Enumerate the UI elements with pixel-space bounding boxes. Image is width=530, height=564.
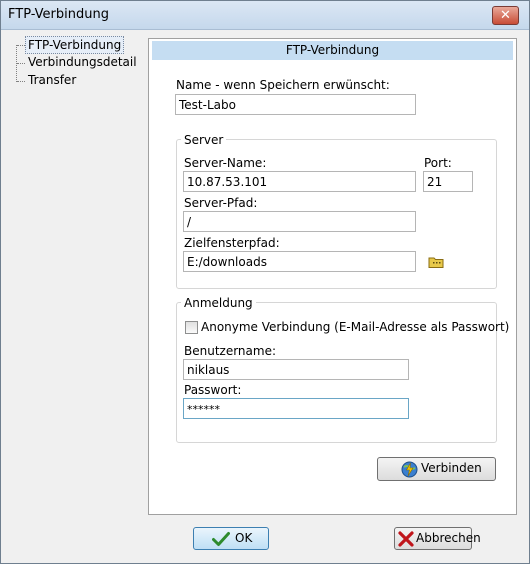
- panel-header: FTP-Verbindung: [152, 41, 513, 60]
- ok-button-label: OK: [235, 531, 253, 545]
- server-name-label: Server-Name:: [184, 156, 267, 170]
- username-label: Benutzername:: [184, 344, 277, 358]
- tree-connector-line: [17, 81, 25, 82]
- username-input[interactable]: niklaus: [183, 359, 409, 380]
- name-input[interactable]: Test-Labo: [175, 94, 416, 115]
- cancel-button-label: Abbrechen: [416, 531, 481, 545]
- server-group-title: Server: [181, 133, 227, 147]
- tree-connector-line: [17, 63, 25, 64]
- target-path-input[interactable]: E:/downloads: [183, 251, 416, 272]
- anonymous-label[interactable]: Anonyme Verbindung (E-Mail-Adresse als P…: [201, 320, 509, 334]
- server-path-label: Server-Pfad:: [184, 196, 258, 210]
- ok-button[interactable]: OK: [193, 527, 269, 550]
- login-group-title: Anmeldung: [181, 296, 256, 310]
- connect-button[interactable]: Verbinden: [377, 457, 496, 481]
- password-label: Passwort:: [184, 383, 242, 397]
- tree-connector-line: [17, 45, 25, 46]
- dialog-window: FTP-Verbindung ✕ FTP-Verbindung Verbindu…: [0, 0, 530, 564]
- port-label: Port:: [424, 156, 452, 170]
- tree-item-ftp-verbindung[interactable]: FTP-Verbindung: [25, 36, 125, 54]
- settings-panel: FTP-Verbindung Name - wenn Speichern erw…: [148, 38, 517, 515]
- folder-icon[interactable]: [428, 255, 444, 269]
- password-input[interactable]: ******: [183, 398, 409, 419]
- cancel-button[interactable]: Abbrechen: [394, 527, 481, 550]
- anonymous-checkbox[interactable]: [185, 321, 198, 334]
- checkmark-icon: [212, 531, 230, 550]
- server-path-input[interactable]: /: [183, 211, 416, 232]
- connect-button-label: Verbinden: [421, 461, 482, 475]
- port-input[interactable]: 21: [423, 171, 473, 192]
- server-name-input[interactable]: 10.87.53.101: [183, 171, 416, 192]
- tree-item-verbindungsdetail[interactable]: Verbindungsdetail: [28, 54, 137, 70]
- target-path-label: Zielfensterpfad:: [184, 236, 280, 250]
- close-icon: ✕: [500, 8, 511, 23]
- window-title: FTP-Verbindung: [8, 7, 109, 22]
- lightning-globe-icon: [401, 461, 418, 481]
- title-bar[interactable]: FTP-Verbindung ✕: [1, 1, 529, 30]
- close-button[interactable]: ✕: [492, 6, 519, 25]
- name-label: Name - wenn Speichern erwünscht:: [176, 78, 390, 92]
- tree-item-transfer[interactable]: Transfer: [28, 72, 76, 88]
- cross-icon: [398, 531, 414, 550]
